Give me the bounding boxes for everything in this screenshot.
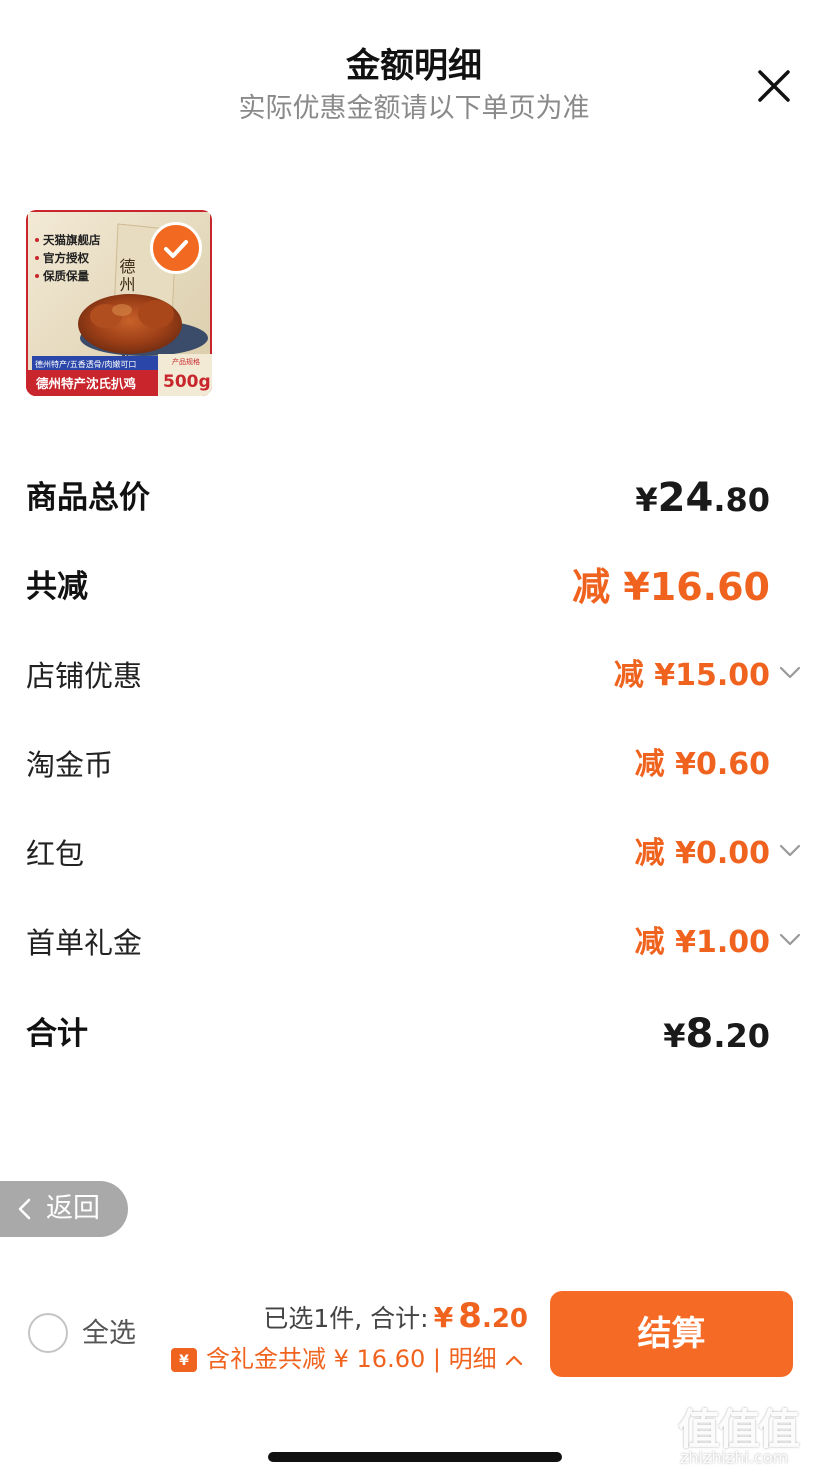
select-all-radio[interactable] [28,1313,68,1353]
modal-header: 金额明细 实际优惠金额请以下单页为准 [0,0,828,140]
chevron-down-icon[interactable] [778,927,802,951]
page-subtitle: 实际优惠金额请以下单页为准 [238,93,590,124]
first-order-gift-value: 减 ¥1.00 [634,925,770,960]
subtotal-row: 合计 ¥8.20 [26,1004,806,1064]
close-icon[interactable] [752,64,796,108]
chevron-down-icon[interactable] [778,838,802,862]
selection-summary: 已选1件, 合计: ¥ 8.20 [263,1294,528,1344]
coins-label: 淘金币 [26,748,114,782]
watermark: 值值值 zhizhizhi.com [676,1396,822,1474]
total-price-value: ¥24.80 [635,475,770,521]
selection-summary-text: 已选1件, 合计: [263,1304,429,1333]
product-image-weight: 500g [163,372,211,392]
red-packet-label: 红包 [26,837,85,871]
page-title: 金额明细 [346,46,482,86]
shop-discount-row[interactable]: 店铺优惠 减 ¥15.00 [26,646,806,706]
subtotal-label: 合计 [26,1016,88,1052]
coins-row: 淘金币 减 ¥0.60 [26,735,806,795]
select-all-label[interactable]: 全选 [82,1314,136,1354]
red-packet-value: 减 ¥0.00 [634,836,770,871]
total-price-row: 商品总价 ¥24.80 [26,468,806,528]
watermark-url: zhizhizhi.com [680,1448,789,1467]
product-image-spec-label: 产品规格 [172,357,200,366]
summary-currency: ¥ [433,1301,454,1334]
product-selected-check[interactable] [150,222,202,274]
shop-discount-value: 减 ¥15.00 [613,658,770,693]
coupon-icon: ¥ [171,1348,197,1372]
home-indicator[interactable] [268,1452,562,1462]
total-discount-label: 共减 [26,569,88,605]
first-order-gift-row[interactable]: 首单礼金 减 ¥1.00 [26,913,806,973]
back-button[interactable]: 返回 [0,1181,128,1237]
first-order-gift-label: 首单礼金 [26,926,143,960]
svg-text:¥: ¥ [179,1353,189,1369]
total-price-label: 商品总价 [26,480,150,516]
checkout-button[interactable]: 结算 [550,1291,793,1377]
product-image-line-2: 官方授权 [43,251,89,265]
total-discount-value: 减 ¥16.60 [572,565,770,609]
red-packet-row[interactable]: 红包 减 ¥0.00 [26,824,806,884]
checkmark-icon [164,240,188,258]
chevron-up-icon [505,1355,522,1366]
summary-amount: 8.20 [458,1296,528,1336]
product-image-line-1: 天猫旗舰店 [43,233,101,247]
coins-value: 减 ¥0.60 [634,747,770,782]
discount-detail-text: 含礼金共减 ¥ 16.60 | 明细 [206,1345,497,1373]
product-image-bottom-label: 德州特产沈氏扒鸡 [36,376,136,391]
product-image-line-3: 保质保量 [42,269,89,283]
back-button-label: 返回 [46,1193,100,1224]
product-image-tags: 德州特产/五香透骨/肉嫩可口 [35,359,136,369]
discount-detail-link[interactable]: ¥ 含礼金共减 ¥ 16.60 | 明细 [170,1342,523,1376]
total-discount-row: 共减 减 ¥16.60 [26,557,806,617]
shop-discount-label: 店铺优惠 [26,659,143,693]
chevron-down-icon[interactable] [778,660,802,684]
subtotal-value: ¥8.20 [663,1011,770,1057]
chevron-left-icon [18,1198,31,1220]
